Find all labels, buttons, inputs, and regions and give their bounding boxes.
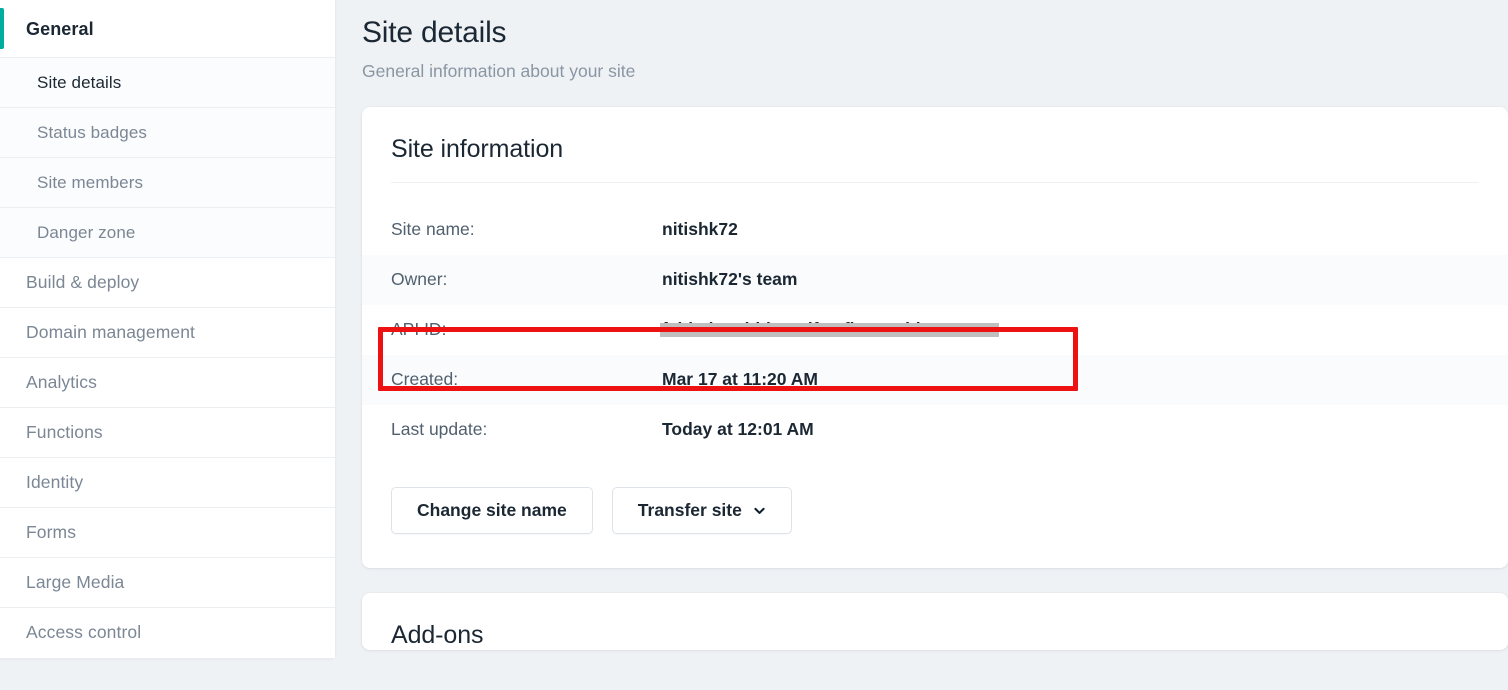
sidebar-item-label: Domain management — [26, 321, 196, 342]
addons-title: Add-ons — [391, 620, 484, 649]
transfer-site-label: Transfer site — [637, 499, 742, 520]
sidebar-item-label: Access control — [26, 622, 142, 643]
info-value: nitishk72 — [662, 219, 738, 240]
info-row-api-id: API ID: fabbeb1c-bbb2-4df2-afb1-491bb7052… — [362, 304, 1508, 355]
card-divider — [391, 181, 1479, 183]
sidebar-group-general[interactable]: General — [0, 0, 335, 58]
addons-card: Add-ons — [362, 592, 1508, 650]
info-value: Mar 17 at 11:20 AM — [662, 369, 818, 390]
sidebar-item-analytics[interactable]: Analytics — [0, 358, 335, 408]
info-label: API ID: — [391, 319, 447, 339]
sidebar-item-functions[interactable]: Functions — [0, 408, 335, 458]
site-information-table: Site name: nitishk72 Owner: nitishk72's tea… — [362, 204, 1508, 459]
site-actions: Change site name Transfer site — [362, 459, 1508, 568]
sidebar-item-label: Functions — [26, 421, 103, 442]
sidebar-item-site-details[interactable]: Site details — [0, 58, 335, 108]
info-value-redacted: fabbeb1c-bbb2-4df2-afb1-491bb705206c — [660, 319, 999, 340]
site-information-card: Site information Site name: nitishk72 Owne… — [362, 106, 1508, 568]
transfer-site-button[interactable]: Transfer site — [611, 486, 792, 534]
sidebar-item-large-media[interactable]: Large Media — [0, 558, 335, 608]
settings-page: General Site details Status badges Site mem… — [0, 0, 1508, 690]
sidebar-item-label: Large Media — [26, 571, 125, 592]
info-value-text: Mar 17 at 11:20 AM — [662, 369, 818, 389]
main-content: Site details General information about y… — [336, 0, 1508, 690]
sidebar-item-label: Site members — [37, 173, 144, 192]
info-label: Owner: — [391, 269, 448, 289]
info-value: Today at 12:01 AM — [662, 419, 814, 440]
info-value-text: nitishk72 — [662, 219, 738, 239]
chevron-down-icon — [753, 504, 766, 517]
site-information-title: Site information — [391, 134, 564, 163]
sidebar-item-label: Site details — [37, 73, 122, 92]
sidebar-item-danger-zone[interactable]: Danger zone — [0, 208, 335, 258]
sidebar-item-label: Status badges — [37, 123, 147, 142]
active-group-accent-bar — [0, 8, 4, 49]
sidebar-item-access-control[interactable]: Access control — [0, 608, 335, 658]
sidebar-item-site-members[interactable]: Site members — [0, 158, 335, 208]
settings-sidebar: General Site details Status badges Site mem… — [0, 0, 336, 659]
page-header: Site details General information about y… — [362, 0, 1508, 82]
sidebar-item-label: Analytics — [26, 371, 97, 392]
info-value-text: nitishk72's team — [662, 269, 798, 289]
info-label: Last update: — [391, 419, 488, 439]
change-site-name-button[interactable]: Change site name — [391, 486, 593, 534]
info-label: Created: — [391, 369, 459, 389]
sidebar-item-label: General — [26, 18, 94, 39]
page-title: Site details — [362, 16, 507, 49]
sidebar-item-domain-management[interactable]: Domain management — [0, 308, 335, 358]
sidebar-item-build-deploy[interactable]: Build & deploy — [0, 258, 335, 308]
page-subtitle: General information about your site — [362, 60, 636, 81]
info-row-owner: Owner: nitishk72's team — [362, 254, 1508, 305]
sidebar-item-forms[interactable]: Forms — [0, 508, 335, 558]
sidebar-item-label: Danger zone — [37, 223, 136, 242]
info-value: nitishk72's team — [662, 269, 797, 290]
sidebar-item-status-badges[interactable]: Status badges — [0, 108, 335, 158]
info-row-site-name: Site name: nitishk72 — [362, 204, 1508, 255]
info-value-text: fabbeb1c-bbb2-4df2-afb1-491bb705206c — [662, 319, 995, 339]
info-value-text: Today at 12:01 AM — [662, 419, 814, 439]
sidebar-item-identity[interactable]: Identity — [0, 458, 335, 508]
sidebar-item-label: Forms — [26, 521, 77, 542]
info-label: Site name: — [391, 219, 475, 239]
sidebar-item-label: Identity — [26, 471, 84, 492]
sidebar-item-label: Build & deploy — [26, 271, 140, 292]
info-row-created: Created: Mar 17 at 11:20 AM — [362, 354, 1508, 405]
info-row-last-update: Last update: Today at 12:01 AM — [362, 404, 1508, 455]
